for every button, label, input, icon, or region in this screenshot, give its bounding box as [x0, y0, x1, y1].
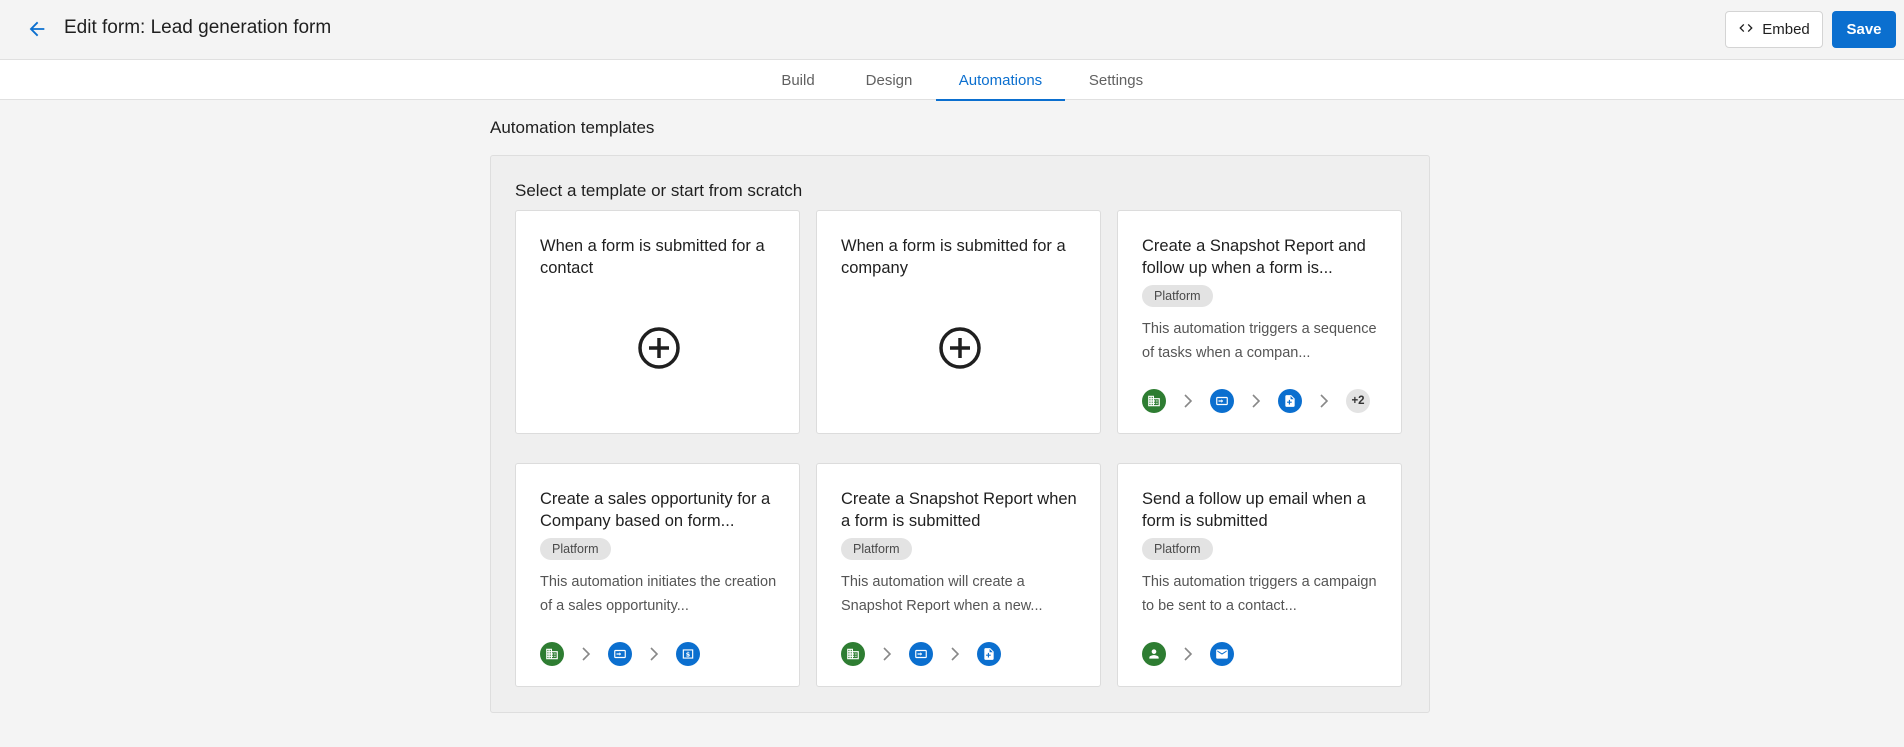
chevron-right-icon [933, 642, 977, 666]
add-circle-icon [637, 326, 681, 370]
opportunity-icon: $ [676, 642, 700, 666]
more-steps-badge: +2 [1346, 389, 1370, 413]
chevron-right-icon [1234, 389, 1278, 413]
template-card-sales-opportunity[interactable]: Create a sales opportunity for a Company… [515, 463, 800, 687]
card-description: This automation triggers a campaign to b… [1142, 574, 1377, 614]
automation-flow [841, 642, 1001, 666]
form-submit-icon [608, 642, 632, 666]
tab-automations[interactable]: Automations [936, 60, 1065, 101]
template-card-snapshot-follow-up[interactable]: Create a Snapshot Report and follow up w… [1117, 210, 1402, 434]
section-title: Automation templates [490, 118, 655, 137]
platform-badge: Platform [841, 538, 912, 560]
chevron-right-icon [865, 642, 909, 666]
card-title: Send a follow up email when a form is su… [1142, 490, 1366, 530]
tab-settings[interactable]: Settings [1080, 60, 1152, 100]
contact-icon [1142, 642, 1166, 666]
back-arrow-icon[interactable] [22, 14, 52, 44]
automation-flow: $ [540, 642, 700, 666]
card-description: This automation initiates the creation o… [540, 574, 777, 614]
page-title: Edit form: Lead generation form [64, 17, 332, 38]
chevron-right-icon [1166, 642, 1210, 666]
company-icon [1142, 389, 1166, 413]
chevron-right-icon [1166, 389, 1210, 413]
embed-label: Embed [1762, 21, 1810, 38]
platform-badge: Platform [1142, 538, 1213, 560]
card-title: Create a Snapshot Report when a form is … [841, 490, 1077, 530]
card-description: This automation will create a Snapshot R… [841, 574, 1043, 614]
template-card-snapshot-report[interactable]: Create a Snapshot Report when a form is … [816, 463, 1101, 687]
company-icon [540, 642, 564, 666]
template-card-company[interactable]: When a form is submitted for a company [816, 210, 1101, 434]
automation-flow [1142, 642, 1234, 666]
card-title: Create a Snapshot Report and follow up w… [1142, 237, 1366, 277]
tab-design[interactable]: Design [857, 60, 921, 100]
save-button[interactable]: Save [1832, 11, 1896, 48]
automation-flow: +2 [1142, 389, 1370, 413]
form-submit-icon [909, 642, 933, 666]
add-circle-icon [938, 326, 982, 370]
header: Edit form: Lead generation form Embed Sa… [0, 0, 1904, 60]
card-description: This automation triggers a sequence of t… [1142, 321, 1377, 361]
code-icon [1738, 20, 1754, 40]
card-title: When a form is submitted for a contact [540, 237, 765, 277]
tab-bar: Build Design Automations Settings [0, 60, 1904, 101]
report-icon [977, 642, 1001, 666]
card-title: When a form is submitted for a company [841, 237, 1066, 277]
chevron-right-icon [632, 642, 676, 666]
tab-build[interactable]: Build [774, 60, 822, 100]
svg-text:$: $ [686, 650, 691, 658]
company-icon [841, 642, 865, 666]
chevron-right-icon [564, 642, 608, 666]
template-card-contact[interactable]: When a form is submitted for a contact [515, 210, 800, 434]
template-card-follow-up-email[interactable]: Send a follow up email when a form is su… [1117, 463, 1402, 687]
chevron-right-icon [1302, 389, 1346, 413]
card-title: Create a sales opportunity for a Company… [540, 490, 771, 530]
platform-badge: Platform [1142, 285, 1213, 307]
embed-button[interactable]: Embed [1725, 11, 1823, 48]
platform-badge: Platform [540, 538, 611, 560]
report-icon [1278, 389, 1302, 413]
form-submit-icon [1210, 389, 1234, 413]
panel-subtitle: Select a template or start from scratch [515, 181, 803, 200]
email-icon [1210, 642, 1234, 666]
